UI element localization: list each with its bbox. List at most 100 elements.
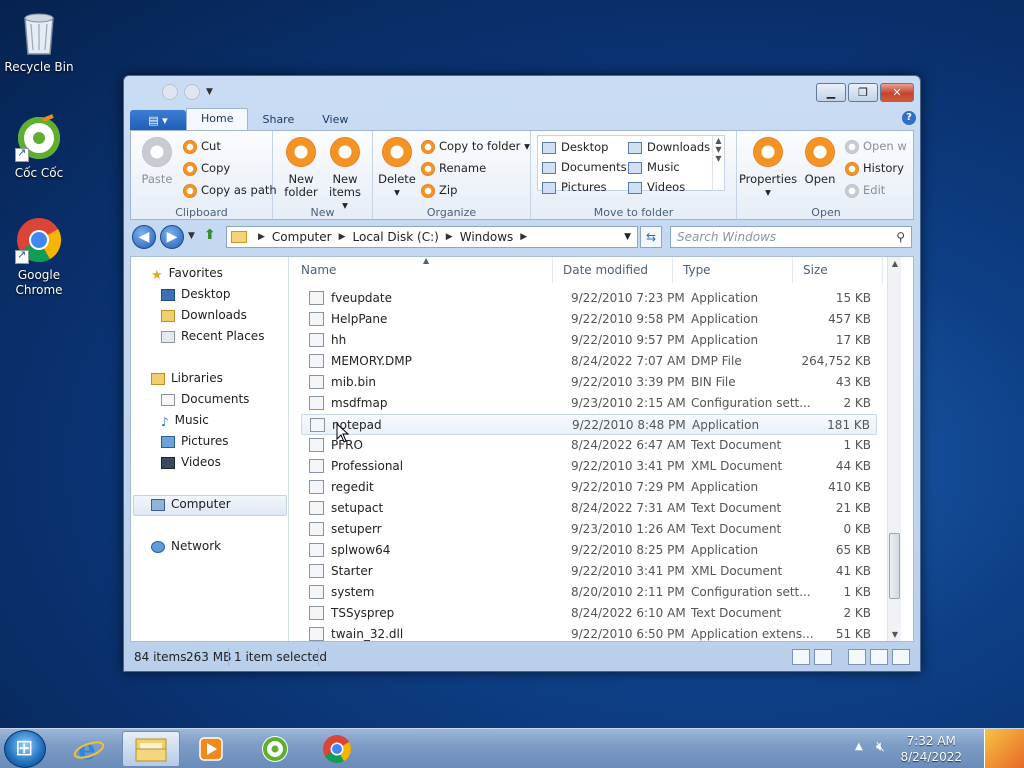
nav-recent-places[interactable]: Recent Places [161,329,264,343]
history-button[interactable]: History [845,161,904,176]
breadcrumb-windows[interactable]: Windows [460,230,514,244]
rename-button[interactable]: Rename [421,161,486,176]
forward-button[interactable]: ▶ [160,225,184,249]
system-clock[interactable]: 7:32 AM 8/24/2022 [900,733,962,765]
show-hidden-icons-icon[interactable]: ▲ [855,741,863,752]
move-to-desktop[interactable]: Desktop [542,140,608,154]
search-input[interactable]: Search Windows ⚲ [670,226,912,248]
address-bar[interactable]: ▶ Computer ▶ Local Disk (C:) ▶ Windows ▶… [226,226,638,248]
paste-button[interactable]: Paste [139,137,175,186]
file-row[interactable]: TSSysprep 8/24/2022 6:10 AM Text Document 2… [301,603,877,624]
file-row[interactable]: hh 9/22/2010 9:57 PM Application 17 KB [301,330,877,351]
taskbar-media-player[interactable] [182,731,240,767]
copy-to-folder-button[interactable]: Copy to folder ▾ [421,139,530,154]
file-row[interactable]: msdfmap 9/23/2010 2:15 AM Configuration se… [301,393,877,414]
file-row[interactable]: setuperr 9/23/2010 1:26 AM Text Document 0 … [301,519,877,540]
file-row[interactable]: system 8/20/2010 2:11 PM Configuration set… [301,582,877,603]
nav-downloads[interactable]: Downloads [161,308,247,322]
column-header-size[interactable]: Size [793,257,883,283]
taskbar-coc-coc[interactable] [246,731,304,767]
gallery-scroll[interactable]: ▲ ▼ ▼ [712,136,724,190]
tab-share[interactable]: Share [248,110,308,130]
taskbar-internet-explorer[interactable]: e [60,731,118,767]
delete-button[interactable]: Delete ▾ [377,137,417,199]
taskbar-windows-explorer[interactable] [122,731,180,767]
file-row[interactable]: HelpPane 9/22/2010 9:58 PM Application 457 … [301,309,877,330]
move-to-videos[interactable]: Videos [628,180,685,194]
nav-music[interactable]: ♪ Music [161,413,209,429]
vertical-scrollbar[interactable]: ▲ ▼ [887,257,901,641]
close-button[interactable]: ✕ [880,83,914,102]
properties-button[interactable]: Properties ▾ [737,137,799,199]
nav-computer[interactable]: Computer [151,497,231,511]
tab-home[interactable]: Home [186,108,249,130]
nav-desktop[interactable]: Desktop [161,287,231,301]
maximize-button[interactable]: ❐ [848,83,878,102]
file-menu-button[interactable]: ▤ ▾ [130,110,186,130]
show-desktop-button[interactable] [984,729,1024,768]
desktop-icon-google-chrome[interactable]: Google Chrome [1,216,77,298]
open-with-button[interactable]: Open w [845,139,907,154]
file-row[interactable]: notepad 9/22/2010 8:48 PM Application 181 K… [301,414,877,435]
file-row[interactable]: splwow64 9/22/2010 8:25 PM Application 65 K… [301,540,877,561]
new-folder-button[interactable]: New folder [281,137,321,199]
breadcrumb-computer[interactable]: Computer [272,230,332,244]
taskbar-google-chrome[interactable] [308,731,366,767]
file-row[interactable]: Professional 9/22/2010 3:41 PM XML Documen… [301,456,877,477]
title-bar[interactable]: ▼ ▁ ❐ ✕ [124,76,920,106]
up-arrow-icon[interactable]: ⬆ [204,227,216,243]
zip-button[interactable]: Zip [421,183,457,198]
file-row[interactable]: PFRO 8/24/2022 6:47 AM Text Document 1 KB [301,435,877,456]
qat-new-folder-icon[interactable] [184,84,200,100]
breadcrumb-local-disk[interactable]: Local Disk (C:) [353,230,439,244]
desktop-icon-coc-coc[interactable]: Cốc Cốc [1,114,77,181]
scroll-down-icon[interactable]: ▼ [888,630,901,639]
details-view-icon[interactable] [792,649,810,665]
address-dropdown-icon[interactable]: ▼ [624,232,631,242]
column-header-date[interactable]: Date modified [553,257,673,283]
edit-button[interactable]: Edit [845,183,885,198]
file-row[interactable]: fveupdate 9/22/2010 7:23 PM Application 15 … [301,288,877,309]
history-icon [845,161,859,176]
minimize-button[interactable]: ▁ [816,83,846,102]
column-header-type[interactable]: Type [673,257,793,283]
move-to-pictures[interactable]: Pictures [542,180,607,194]
recent-locations-dropdown[interactable]: ▼ [188,231,195,241]
file-row[interactable]: regedit 9/22/2010 7:29 PM Application 410 K… [301,477,877,498]
qat-properties-icon[interactable] [162,84,178,100]
move-to-documents[interactable]: Documents [542,160,627,174]
column-header-name[interactable]: Name ▲ [291,257,553,283]
large-icons-view-icon[interactable] [814,649,832,665]
file-row[interactable]: mib.bin 9/22/2010 3:39 PM BIN File 43 KB [301,372,877,393]
nav-libraries[interactable]: Libraries [151,371,223,385]
copy-as-path-button[interactable]: Copy as path [183,183,277,198]
nav-videos[interactable]: Videos [161,455,221,469]
nav-documents[interactable]: Documents [161,392,249,406]
navigation-pane-icon[interactable] [892,649,910,665]
scroll-thumb[interactable] [889,533,900,599]
scroll-up-icon[interactable]: ▲ [888,259,901,268]
file-row[interactable]: twain_32.dll 9/22/2010 6:50 PM Application… [301,624,877,641]
desktop-icon-recycle-bin[interactable]: Recycle Bin [1,8,77,75]
file-row[interactable]: Starter 9/22/2010 3:41 PM XML Document 41 K… [301,561,877,582]
open-button[interactable]: Open [803,137,837,186]
qat-dropdown-icon[interactable]: ▼ [206,87,216,97]
nav-network[interactable]: Network [151,539,221,553]
help-icon[interactable]: ? [902,111,916,125]
nav-favorites[interactable]: ★ Favorites [151,266,223,283]
volume-muted-icon[interactable]: 🔇︎ [876,739,885,755]
details-pane-icon[interactable] [870,649,888,665]
new-items-button[interactable]: New items ▾ [325,137,365,212]
refresh-button[interactable]: ⇆ [640,226,662,248]
file-row[interactable]: setupact 8/24/2022 7:31 AM Text Document 21… [301,498,877,519]
move-to-music[interactable]: Music [628,160,680,174]
file-row[interactable]: MEMORY.DMP 8/24/2022 7:07 AM DMP File 264,7… [301,351,877,372]
preview-pane-icon[interactable] [848,649,866,665]
tab-view[interactable]: View [308,110,362,130]
copy-button[interactable]: Copy [183,161,230,176]
back-button[interactable]: ◀ [132,225,156,249]
nav-pictures[interactable]: Pictures [161,434,229,448]
move-to-downloads[interactable]: Downloads [628,140,710,154]
cut-button[interactable]: Cut [183,139,221,154]
start-button[interactable] [4,730,46,768]
